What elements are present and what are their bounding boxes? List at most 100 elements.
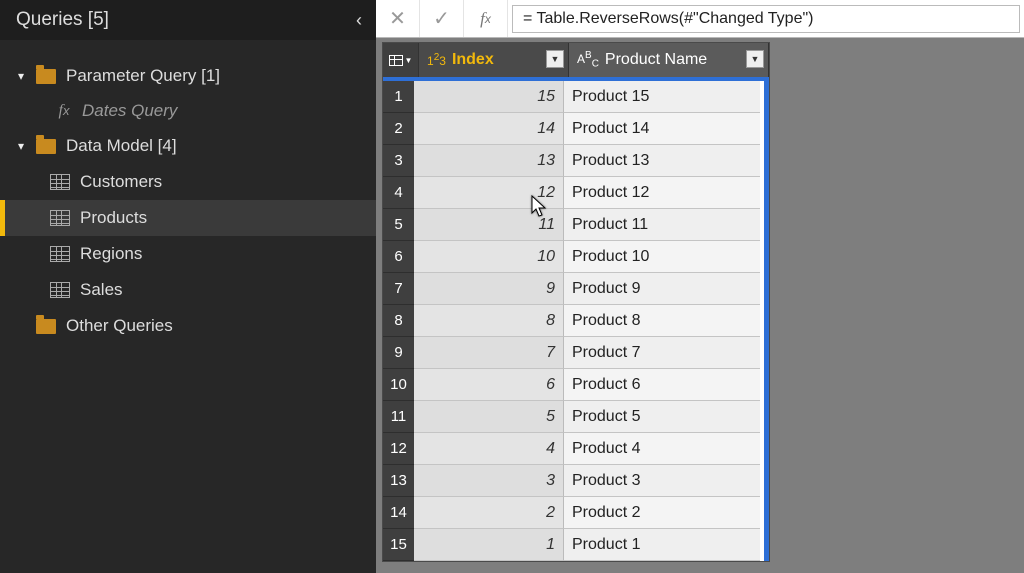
formula-text: = Table.ReverseRows(#"Changed Type") <box>523 10 813 28</box>
table-icon <box>50 282 70 298</box>
row-number[interactable]: 12 <box>383 433 414 465</box>
cell-index[interactable]: 4 <box>414 433 564 465</box>
column-header-index[interactable]: 123 Index ▼ <box>419 43 569 77</box>
cell-product-name[interactable]: Product 10 <box>564 241 760 273</box>
cell-product-name[interactable]: Product 14 <box>564 113 760 145</box>
cell-index[interactable]: 7 <box>414 337 564 369</box>
row-number[interactable]: 2 <box>383 113 414 145</box>
row-number[interactable]: 14 <box>383 497 414 529</box>
cell-product-name[interactable]: Product 2 <box>564 497 760 529</box>
table-row[interactable]: 151Product 1 <box>388 529 764 561</box>
folder-label: Other Queries <box>66 316 173 336</box>
chevron-down-icon[interactable]: ▼ <box>746 50 764 68</box>
formula-input[interactable]: = Table.ReverseRows(#"Changed Type") <box>512 5 1020 33</box>
cell-index[interactable]: 10 <box>414 241 564 273</box>
caret-down-icon: ▾ <box>18 69 32 83</box>
row-number[interactable]: 1 <box>383 81 414 113</box>
row-number[interactable]: 15 <box>383 529 414 561</box>
sidebar-header: Queries [5] ‹ <box>0 0 376 40</box>
folder-data-model[interactable]: ▾ Data Model [4] <box>0 128 376 164</box>
table-row[interactable]: 88Product 8 <box>388 305 764 337</box>
cell-product-name[interactable]: Product 5 <box>564 401 760 433</box>
column-header-product-name[interactable]: ABC Product Name ▼ <box>569 43 769 77</box>
main-pane: ✕ ✓ fx = Table.ReverseRows(#"Changed Typ… <box>376 0 1024 573</box>
cell-index[interactable]: 15 <box>414 81 564 113</box>
collapse-sidebar-button[interactable]: ‹ <box>356 10 362 31</box>
cell-product-name[interactable]: Product 9 <box>564 273 760 305</box>
folder-other-queries[interactable]: Other Queries <box>0 308 376 344</box>
row-number[interactable]: 3 <box>383 145 414 177</box>
cell-product-name[interactable]: Product 3 <box>564 465 760 497</box>
cell-product-name[interactable]: Product 13 <box>564 145 760 177</box>
cell-index[interactable]: 8 <box>414 305 564 337</box>
row-number[interactable]: 8 <box>383 305 414 337</box>
table-row[interactable]: 142Product 2 <box>388 497 764 529</box>
cell-product-name[interactable]: Product 7 <box>564 337 760 369</box>
formula-bar: ✕ ✓ fx = Table.ReverseRows(#"Changed Typ… <box>376 0 1024 38</box>
table-row[interactable]: 214Product 14 <box>388 113 764 145</box>
commit-formula-button[interactable]: ✓ <box>420 0 464 37</box>
cell-product-name[interactable]: Product 4 <box>564 433 760 465</box>
table-row[interactable]: 115Product 15 <box>388 81 764 113</box>
table-row[interactable]: 106Product 6 <box>388 369 764 401</box>
query-dates-query[interactable]: fx Dates Query <box>0 94 376 128</box>
folder-icon <box>36 139 56 154</box>
row-number[interactable]: 11 <box>383 401 414 433</box>
cell-index[interactable]: 5 <box>414 401 564 433</box>
cell-product-name[interactable]: Product 6 <box>564 369 760 401</box>
query-regions[interactable]: Regions <box>0 236 376 272</box>
fx-icon: fx <box>52 102 76 120</box>
cell-product-name[interactable]: Product 1 <box>564 529 760 561</box>
cell-index[interactable]: 3 <box>414 465 564 497</box>
table-row[interactable]: 412Product 12 <box>388 177 764 209</box>
queries-sidebar: Queries [5] ‹ ▾ Parameter Query [1] fx D… <box>0 0 376 573</box>
query-label: Regions <box>80 244 142 264</box>
row-number[interactable]: 13 <box>383 465 414 497</box>
data-grid-wrap: ▼ 123 Index ▼ ABC Product Name ▼ 11 <box>376 38 1024 562</box>
cell-index[interactable]: 6 <box>414 369 564 401</box>
cell-index[interactable]: 2 <box>414 497 564 529</box>
cell-product-name[interactable]: Product 8 <box>564 305 760 337</box>
chevron-down-icon[interactable]: ▼ <box>546 50 564 68</box>
row-number[interactable]: 7 <box>383 273 414 305</box>
table-icon <box>50 174 70 190</box>
folder-icon <box>36 319 56 334</box>
table-row[interactable]: 115Product 5 <box>388 401 764 433</box>
query-label: Products <box>80 208 147 228</box>
cell-index[interactable]: 1 <box>414 529 564 561</box>
table-row[interactable]: 79Product 9 <box>388 273 764 305</box>
row-number[interactable]: 10 <box>383 369 414 401</box>
cell-product-name[interactable]: Product 11 <box>564 209 760 241</box>
queries-tree: ▾ Parameter Query [1] fx Dates Query ▾ D… <box>0 40 376 344</box>
row-number[interactable]: 6 <box>383 241 414 273</box>
table-icon <box>389 55 403 66</box>
query-customers[interactable]: Customers <box>0 164 376 200</box>
table-row[interactable]: 313Product 13 <box>388 145 764 177</box>
table-row[interactable]: 511Product 11 <box>388 209 764 241</box>
cell-index[interactable]: 9 <box>414 273 564 305</box>
cell-index[interactable]: 14 <box>414 113 564 145</box>
grid-body: 115Product 15214Product 14313Product 134… <box>383 77 769 561</box>
number-type-icon: 123 <box>427 52 446 68</box>
select-all-corner[interactable]: ▼ <box>383 43 419 77</box>
table-row[interactable]: 97Product 7 <box>388 337 764 369</box>
query-products[interactable]: Products <box>0 200 376 236</box>
table-row[interactable]: 133Product 3 <box>388 465 764 497</box>
table-row[interactable]: 124Product 4 <box>388 433 764 465</box>
cell-index[interactable]: 12 <box>414 177 564 209</box>
folder-parameter-query[interactable]: ▾ Parameter Query [1] <box>0 58 376 94</box>
folder-icon <box>36 69 56 84</box>
cell-index[interactable]: 13 <box>414 145 564 177</box>
query-sales[interactable]: Sales <box>0 272 376 308</box>
row-number[interactable]: 9 <box>383 337 414 369</box>
cell-product-name[interactable]: Product 12 <box>564 177 760 209</box>
cell-index[interactable]: 11 <box>414 209 564 241</box>
cancel-formula-button[interactable]: ✕ <box>376 0 420 37</box>
row-number[interactable]: 5 <box>383 209 414 241</box>
row-number[interactable]: 4 <box>383 177 414 209</box>
folder-label: Parameter Query [1] <box>66 66 220 86</box>
cell-product-name[interactable]: Product 15 <box>564 81 760 113</box>
table-row[interactable]: 610Product 10 <box>388 241 764 273</box>
grid-header: ▼ 123 Index ▼ ABC Product Name ▼ <box>383 43 769 77</box>
fx-button[interactable]: fx <box>464 0 508 37</box>
